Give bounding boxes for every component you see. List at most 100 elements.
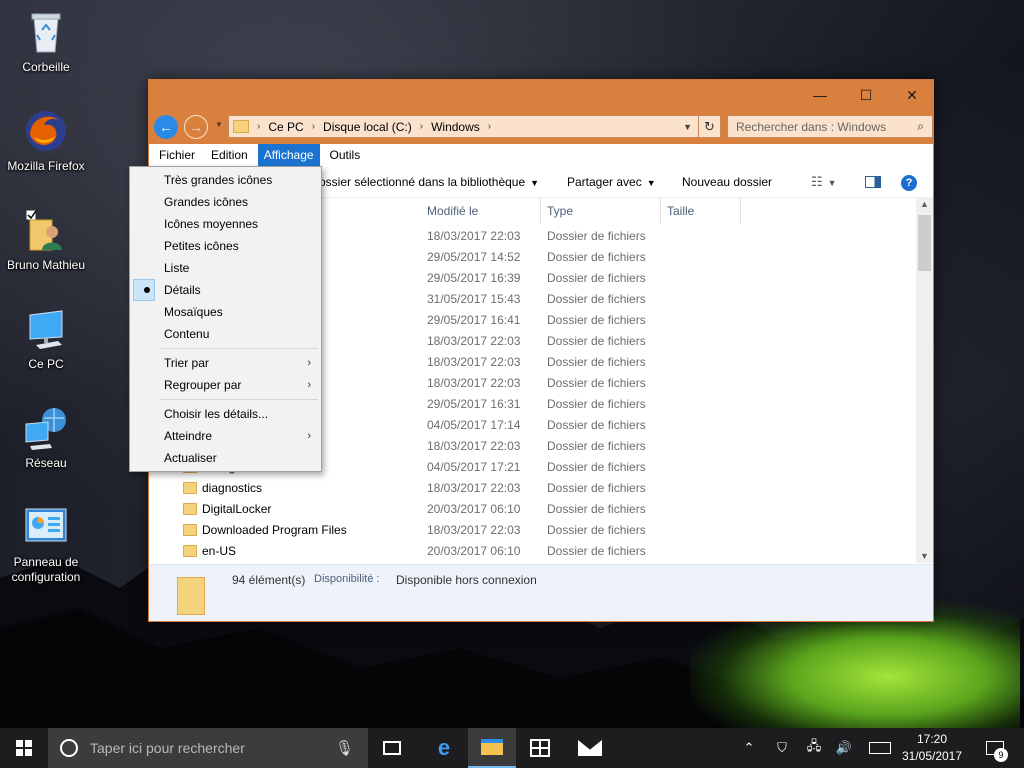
start-button[interactable] — [0, 728, 48, 768]
chevron-down-icon: ▼ — [530, 178, 540, 188]
view-menu-item[interactable]: Petites icônes — [130, 235, 321, 257]
title-bar[interactable]: — ☐ ✕ — [149, 80, 933, 110]
defender-tray-icon[interactable]: ⛉ — [770, 728, 794, 768]
desktop-icon-user-folder[interactable]: Bruno Mathieu — [0, 206, 92, 273]
view-menu-item[interactable]: Contenu — [130, 323, 321, 345]
view-menu-item[interactable]: Icônes moyennes — [130, 213, 321, 235]
breadcrumb-separator-icon: › — [419, 121, 424, 132]
file-type: Dossier de fichiers — [547, 439, 646, 453]
file-type: Dossier de fichiers — [547, 481, 646, 495]
file-explorer-button[interactable] — [468, 728, 516, 768]
microphone-icon[interactable]: 🎙 — [335, 739, 354, 757]
table-row[interactable]: diagnostics 18/03/2017 22:03 Dossier de fi… — [149, 478, 915, 499]
breadcrumb-windows[interactable]: Windows — [431, 120, 480, 134]
scroll-thumb[interactable] — [918, 215, 931, 271]
help-button[interactable]: ? — [901, 166, 917, 198]
column-size[interactable]: Taille — [661, 198, 741, 224]
table-row[interactable]: DigitalLocker 20/03/2017 06:10 Dossier de … — [149, 499, 915, 520]
chevron-up-icon: ⌃ — [743, 740, 755, 755]
view-menu-item-label: Grandes icônes — [164, 195, 249, 209]
menu-tools[interactable]: Outils — [324, 144, 367, 166]
file-explorer-icon — [481, 739, 503, 755]
menu-file[interactable]: Fichier — [153, 144, 201, 166]
close-button[interactable]: ✕ — [889, 80, 935, 110]
file-type: Dossier de fichiers — [547, 523, 646, 537]
view-menu-item[interactable]: Grandes icônes — [130, 191, 321, 213]
breadcrumb-local-disk[interactable]: Disque local (C:) — [323, 120, 412, 134]
address-dropdown-chevron-icon[interactable]: ▼ — [683, 122, 692, 132]
include-in-library-button[interactable]: ossier sélectionné dans la bibliothèque ▼ — [319, 166, 539, 198]
control-panel-icon — [22, 503, 70, 551]
view-menu-item-label: Trier par — [164, 356, 209, 370]
desktop-icon-label: Ce PC — [28, 357, 64, 371]
task-view-icon — [383, 741, 401, 755]
table-row[interactable]: en-US 20/03/2017 06:10 Dossier de fichiers — [149, 541, 915, 562]
vertical-scrollbar[interactable]: ▲ ▼ — [916, 197, 933, 563]
scroll-down-icon[interactable]: ▼ — [920, 551, 929, 561]
back-button[interactable]: ← — [154, 115, 178, 139]
view-menu-item[interactable]: Choisir les détails... — [130, 403, 321, 425]
change-view-button[interactable]: ☷ ▼ — [811, 166, 837, 198]
volume-tray-icon[interactable]: 🔊 — [832, 728, 856, 768]
minimize-button[interactable]: — — [797, 80, 843, 110]
include-in-library-label: ossier sélectionné dans la bibliothèque — [319, 175, 526, 189]
search-input[interactable]: Rechercher dans : Windows ⌕ — [727, 115, 933, 138]
view-menu-item[interactable]: Regrouper par › — [130, 374, 321, 396]
keyboard-tray-icon[interactable] — [866, 728, 894, 768]
menu-separator — [160, 399, 318, 400]
new-folder-button[interactable]: Nouveau dossier — [682, 166, 772, 198]
taskbar: Taper ici pour rechercher 🎙 e ⌃ ⛉ 🖧 🔊 17… — [0, 728, 1024, 768]
refresh-button[interactable]: ↻ — [699, 115, 721, 138]
menu-view[interactable]: Affichage — [257, 144, 320, 166]
submenu-arrow-icon: › — [307, 430, 311, 442]
mail-button[interactable] — [566, 728, 614, 768]
folder-icon — [183, 545, 197, 557]
firefox-icon — [22, 107, 70, 155]
network-icon: 🖧 — [806, 738, 822, 753]
file-name: en-US — [202, 544, 237, 558]
view-menu-item[interactable]: Atteindre › — [130, 425, 321, 447]
clock[interactable]: 17:20 31/05/2017 — [898, 731, 966, 765]
breadcrumb-this-pc[interactable]: Ce PC — [268, 120, 303, 134]
column-modified[interactable]: Modifié le — [421, 198, 541, 224]
preview-pane-button[interactable] — [865, 166, 881, 198]
action-center-button[interactable]: 9 — [978, 728, 1012, 768]
breadcrumb-separator-icon: › — [311, 121, 316, 132]
details-pane: 94 élément(s) Disponibilité : Disponible… — [149, 564, 933, 621]
column-type[interactable]: Type — [541, 198, 661, 224]
desktop-icon-network[interactable]: Réseau — [0, 404, 92, 471]
edge-button[interactable]: e — [420, 728, 468, 768]
view-menu-item[interactable]: Très grandes icônes — [130, 169, 321, 191]
file-type: Dossier de fichiers — [547, 460, 646, 474]
table-row[interactable]: Downloaded Program Files 18/03/2017 22:03… — [149, 520, 915, 541]
view-menu-item-label: Contenu — [164, 327, 210, 341]
desktop-icon-firefox[interactable]: Mozilla Firefox — [0, 107, 92, 174]
network-tray-icon[interactable]: 🖧 — [802, 728, 826, 768]
address-bar[interactable]: › Ce PC › Disque local (C:) › Windows › … — [228, 115, 699, 138]
forward-button[interactable]: → — [184, 115, 208, 139]
view-menu-item[interactable]: Trier par › — [130, 352, 321, 374]
desktop-icon-control-panel[interactable]: Panneau de configuration — [0, 503, 92, 585]
view-menu-item[interactable]: Mosaïques — [130, 301, 321, 323]
view-menu-item[interactable]: Détails — [130, 279, 321, 301]
file-type: Dossier de fichiers — [547, 544, 646, 558]
file-modified: 31/05/2017 15:43 — [427, 292, 521, 306]
recent-locations-chevron-icon[interactable]: ▼ — [215, 120, 223, 129]
scroll-up-icon[interactable]: ▲ — [920, 199, 929, 209]
share-with-button[interactable]: Partager avec ▼ — [567, 166, 656, 198]
menu-separator — [160, 348, 318, 349]
view-menu-item[interactable]: Actualiser — [130, 447, 321, 469]
view-menu-item[interactable]: Liste — [130, 257, 321, 279]
store-button[interactable] — [516, 728, 564, 768]
taskbar-search-input[interactable]: Taper ici pour rechercher 🎙 — [48, 728, 368, 768]
folder-icon — [233, 120, 249, 133]
desktop-icon-this-pc[interactable]: Ce PC — [0, 305, 92, 372]
desktop-icon-recycle-bin[interactable]: Corbeille — [0, 8, 92, 75]
desktop-icon-label: Réseau — [25, 456, 67, 470]
task-view-button[interactable] — [368, 728, 416, 768]
maximize-button[interactable]: ☐ — [843, 80, 889, 110]
show-hidden-icons-button[interactable]: ⌃ — [738, 728, 760, 768]
share-with-label: Partager avec — [567, 175, 642, 189]
menu-edit[interactable]: Edition — [205, 144, 254, 166]
preview-pane-icon — [865, 176, 881, 188]
